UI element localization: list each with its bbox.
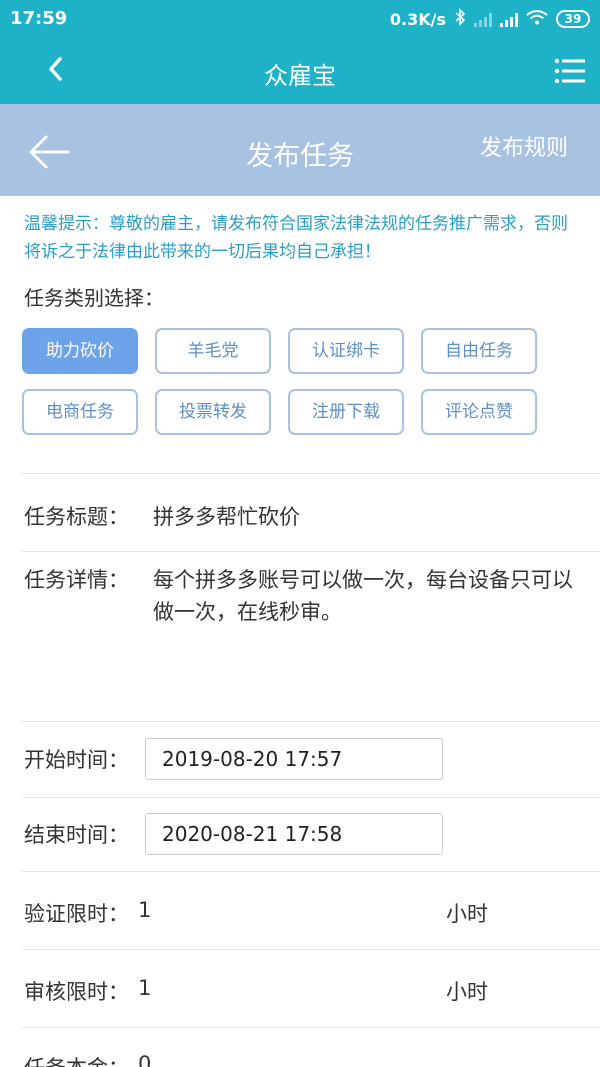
- warm-tip-notice: 温馨提示：尊敬的雇主，请发布符合国家法律法规的任务推广需求，否则将诉之于法律由此…: [24, 214, 568, 262]
- task-title-label: 任务标题：: [24, 505, 129, 529]
- category-chip[interactable]: 自由任务: [421, 328, 537, 374]
- verify-limit-unit: 小时: [446, 902, 488, 926]
- divider: [22, 551, 600, 552]
- start-time-label: 开始时间：: [24, 748, 129, 772]
- verify-limit-input[interactable]: 1: [138, 898, 151, 922]
- divider: [22, 1027, 600, 1028]
- verify-limit-label: 验证限时：: [24, 902, 129, 926]
- status-time: 17:59: [10, 8, 68, 29]
- divider: [22, 797, 600, 798]
- task-capital-label: 任务本金：: [24, 1052, 129, 1067]
- divider: [22, 871, 600, 872]
- review-limit-input[interactable]: 1: [138, 976, 151, 1000]
- app-bar: 众雇宝: [0, 38, 600, 104]
- wifi-icon: [526, 9, 548, 29]
- signal-sim2-icon: [474, 11, 492, 27]
- signal-sim1-icon: [500, 11, 518, 27]
- end-time-label: 结束时间：: [24, 823, 129, 847]
- status-icons: 0.3K/s 39: [390, 8, 590, 30]
- battery-icon: 39: [556, 10, 590, 28]
- network-speed: 0.3K/s: [389, 9, 446, 29]
- menu-button[interactable]: [554, 58, 586, 84]
- divider: [22, 949, 600, 950]
- category-chip[interactable]: 投票转发: [155, 389, 271, 435]
- divider: [22, 721, 600, 722]
- task-capital-input[interactable]: 0: [138, 1052, 151, 1067]
- category-chip[interactable]: 认证绑卡: [288, 328, 404, 374]
- task-detail-label: 任务详情：: [24, 568, 129, 592]
- page-header: 发布任务 发布规则: [0, 104, 600, 196]
- category-chip[interactable]: 评论点赞: [421, 389, 537, 435]
- category-label: 任务类别选择：: [24, 286, 164, 310]
- status-bar: 17:59 0.3K/s 39: [0, 0, 600, 38]
- task-detail-input[interactable]: 每个拼多多账号可以做一次，每台设备只可以做一次，在线秒审。: [153, 564, 593, 628]
- bluetooth-icon: [454, 8, 466, 30]
- end-time-input[interactable]: 2020-08-21 17:58: [145, 813, 443, 855]
- divider: [22, 473, 600, 474]
- review-limit-label: 审核限时：: [24, 980, 129, 1004]
- category-chips: 助力砍价 羊毛党 认证绑卡 自由任务 电商任务 投票转发 注册下载 评论点赞: [22, 328, 562, 435]
- review-limit-unit: 小时: [446, 980, 488, 1004]
- category-chip[interactable]: 电商任务: [22, 389, 138, 435]
- app-title: 众雇宝: [264, 62, 336, 90]
- start-time-input[interactable]: 2019-08-20 17:57: [145, 738, 443, 780]
- category-chip[interactable]: 助力砍价: [22, 328, 138, 374]
- category-chip[interactable]: 羊毛党: [155, 328, 271, 374]
- publish-rules-link[interactable]: 发布规则: [480, 130, 568, 162]
- category-chip[interactable]: 注册下载: [288, 389, 404, 435]
- list-menu-icon: [554, 58, 585, 84]
- task-title-input[interactable]: 拼多多帮忙砍价: [153, 501, 300, 531]
